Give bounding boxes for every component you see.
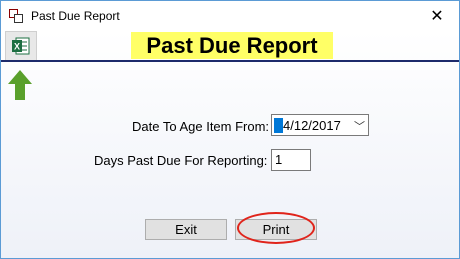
app-icon <box>9 9 23 23</box>
title-bar: Past Due Report ✕ <box>1 1 459 31</box>
excel-icon: X <box>12 37 30 55</box>
green-arrow-icon <box>8 70 32 100</box>
close-button[interactable]: ✕ <box>415 1 459 31</box>
report-banner: Past Due Report <box>131 32 333 59</box>
print-highlight-annotation <box>237 212 315 244</box>
text-cursor <box>274 118 283 133</box>
client-area: X Past Due Report Date To Age Item From:… <box>1 31 459 258</box>
svg-text:X: X <box>14 42 20 52</box>
date-picker[interactable]: 4/12/2017 ﹀ <box>271 114 369 136</box>
days-input[interactable]: 1 <box>271 149 311 171</box>
date-value: 4/12/2017 <box>283 118 341 133</box>
days-label: Days Past Due For Reporting: <box>94 153 268 168</box>
exit-button[interactable]: Exit <box>145 219 227 240</box>
report-window: Past Due Report ✕ X Past Due Report Date… <box>0 0 460 259</box>
window-title: Past Due Report <box>31 9 120 23</box>
chevron-down-icon[interactable]: ﹀ <box>354 118 365 134</box>
date-label: Date To Age Item From: <box>132 119 270 134</box>
excel-export-button[interactable]: X <box>5 31 37 61</box>
close-icon: ✕ <box>430 8 444 25</box>
header-divider <box>1 60 459 62</box>
